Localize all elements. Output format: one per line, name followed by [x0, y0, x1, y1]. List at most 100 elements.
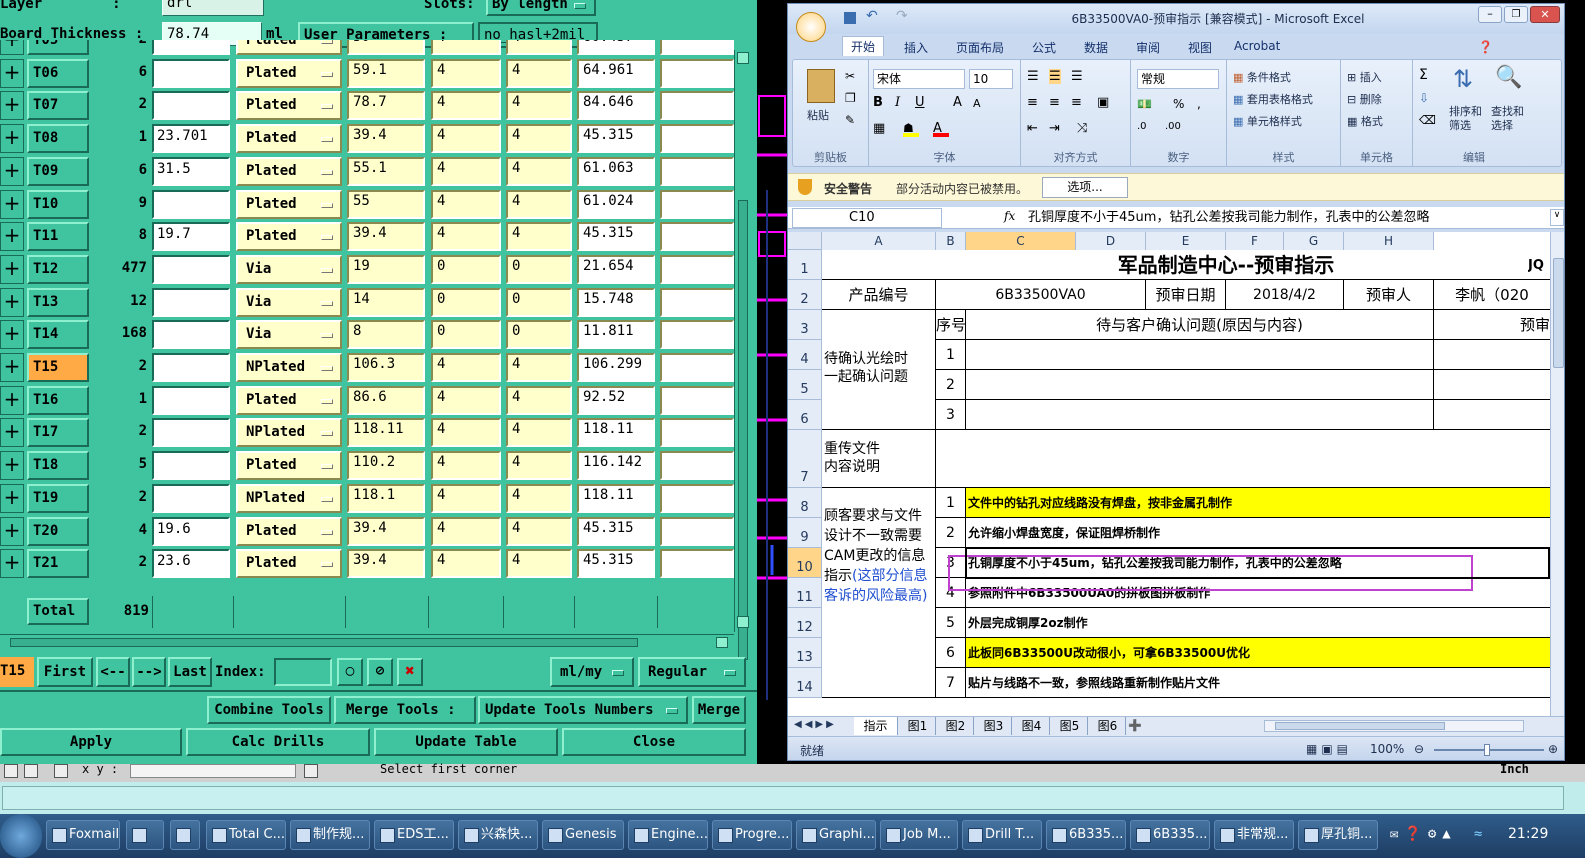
- final-size-input[interactable]: 21.654: [577, 254, 655, 284]
- shrink-font-icon[interactable]: A: [973, 97, 981, 110]
- column-header[interactable]: E: [1146, 232, 1226, 250]
- drill-size-input[interactable]: 55.1: [347, 156, 425, 186]
- review-header[interactable]: 预审: [1434, 310, 1550, 340]
- tool-row[interactable]: + T11 8 19.7 Plated 39.4 4 4 45.315: [0, 220, 734, 253]
- align-top-icon[interactable]: ☰: [1027, 69, 1039, 84]
- sheet-tab[interactable]: 图1: [900, 717, 936, 735]
- expand-icon[interactable]: +: [0, 58, 24, 88]
- slots-dropdown[interactable]: By length: [486, 0, 596, 16]
- extra-input[interactable]: [660, 451, 734, 481]
- drill-size-input[interactable]: 50: [347, 40, 425, 55]
- apply-button[interactable]: Apply: [0, 728, 182, 756]
- outdent-icon[interactable]: ⇥: [1049, 121, 1060, 136]
- row-header[interactable]: 9: [788, 518, 822, 548]
- tool-row[interactable]: + T09 6 31.5 Plated 55.1 4 4 61.063: [0, 155, 734, 188]
- delete-icon[interactable]: ✖: [397, 658, 423, 686]
- tool-type-dropdown[interactable]: Plated: [236, 451, 342, 481]
- row-header[interactable]: 5: [788, 370, 822, 400]
- plus-tol-input[interactable]: 4: [431, 222, 501, 252]
- taskbar-item[interactable]: [170, 820, 200, 850]
- expand-icon[interactable]: +: [0, 451, 24, 481]
- tray-icons[interactable]: ✉❓⚙▲: [1390, 826, 1457, 842]
- ribbon-tab[interactable]: 视图: [1188, 39, 1212, 56]
- drill-size-input[interactable]: 110.2: [347, 451, 425, 481]
- align-center-icon[interactable]: ≡: [1049, 95, 1060, 110]
- sheet-tab[interactable]: 图4: [1014, 717, 1050, 735]
- final-size-input[interactable]: 61.063: [577, 156, 655, 186]
- plus-tol-input[interactable]: 4: [431, 483, 501, 513]
- merge-cells-icon[interactable]: ▣: [1097, 95, 1109, 110]
- finish-size-input[interactable]: 23.6: [152, 549, 230, 579]
- drill-size-input[interactable]: 118.1: [347, 483, 425, 513]
- tool-name[interactable]: T16: [27, 385, 89, 415]
- expand-icon[interactable]: +: [0, 222, 24, 252]
- comma-icon[interactable]: ,: [1197, 97, 1201, 111]
- new-sheet-icon[interactable]: ➕: [1128, 719, 1142, 732]
- row-header[interactable]: 14: [788, 668, 822, 698]
- clock[interactable]: 21:29: [1508, 826, 1548, 842]
- item-number[interactable]: 2: [936, 518, 966, 548]
- expand-icon[interactable]: +: [0, 418, 24, 448]
- format-cells-button[interactable]: ▦ 格式: [1347, 113, 1383, 129]
- cell-style-button[interactable]: ▦ 单元格样式: [1233, 113, 1302, 129]
- cam-command-input[interactable]: [2, 786, 1564, 810]
- orientation-icon[interactable]: ⤨: [1077, 121, 1087, 136]
- expand-icon[interactable]: +: [0, 320, 24, 350]
- font-size-select[interactable]: 10: [969, 69, 1013, 89]
- minus-tol-input[interactable]: 4: [506, 353, 572, 382]
- status-icon-4[interactable]: [304, 764, 318, 778]
- item-text[interactable]: 参照附件中6B33500UA0的拼板图拼板制作: [966, 578, 1550, 608]
- expand-icon[interactable]: +: [0, 156, 24, 186]
- taskbar-item[interactable]: Progre...: [712, 820, 792, 850]
- clear-format-icon[interactable]: ⌫: [1419, 113, 1436, 127]
- tool-type-dropdown[interactable]: Plated: [236, 189, 342, 219]
- reviewer-value[interactable]: 李帆（020: [1434, 280, 1550, 310]
- seq-cell[interactable]: 3: [936, 400, 966, 430]
- tool-row[interactable]: + T07 2 Plated 78.7 4 4 84.646: [0, 89, 734, 122]
- final-size-input[interactable]: 45.315: [577, 124, 655, 154]
- tool-name[interactable]: T05: [27, 40, 89, 55]
- tool-type-dropdown[interactable]: Via: [236, 320, 342, 350]
- office-button-icon[interactable]: [796, 12, 826, 42]
- minus-tol-input[interactable]: 4: [506, 40, 572, 55]
- extra-input[interactable]: [660, 549, 734, 579]
- align-middle-icon[interactable]: ☰: [1049, 69, 1061, 84]
- column-header[interactable]: F: [1226, 232, 1284, 250]
- sheet-title[interactable]: 军品制造中心--预审指示: [822, 250, 1550, 280]
- taskbar-item[interactable]: Job M...: [880, 820, 958, 850]
- view-buttons-icon[interactable]: ▦▣▤: [1306, 742, 1352, 756]
- expand-icon[interactable]: +: [0, 254, 24, 284]
- layer-field[interactable]: drl: [162, 0, 264, 16]
- drill-size-input[interactable]: 39.4: [347, 124, 425, 154]
- finish-size-input[interactable]: [152, 58, 230, 88]
- tool-name[interactable]: T18: [27, 451, 89, 481]
- item-number[interactable]: 1: [936, 488, 966, 518]
- finish-size-input[interactable]: [152, 40, 230, 55]
- tool-name[interactable]: T08: [27, 124, 89, 154]
- finish-size-input[interactable]: [152, 189, 230, 219]
- tool-type-dropdown[interactable]: NPlated: [236, 353, 342, 382]
- taskbar-item[interactable]: 制作规...: [290, 820, 370, 850]
- tool-name[interactable]: T17: [27, 418, 89, 448]
- expand-icon[interactable]: +: [0, 549, 24, 579]
- font-name-select[interactable]: 宋体: [873, 69, 965, 89]
- merge-button[interactable]: Merge: [692, 696, 746, 724]
- product-number-label[interactable]: 产品编号: [822, 280, 936, 310]
- tool-row[interactable]: + T15 2 NPlated 106.3 4 4 106.299: [0, 351, 734, 384]
- item-text[interactable]: 外层完成铜厚2oz制作: [966, 608, 1550, 638]
- minus-tol-input[interactable]: 4: [506, 91, 572, 121]
- extra-input[interactable]: [660, 320, 734, 350]
- last-button[interactable]: Last: [168, 657, 212, 687]
- autosum-icon[interactable]: Σ: [1419, 67, 1428, 83]
- zoom-out-icon[interactable]: ⊖: [1414, 742, 1424, 756]
- extra-input[interactable]: [660, 124, 734, 154]
- scroll-thumb[interactable]: [738, 200, 748, 660]
- italic-icon[interactable]: I: [895, 95, 900, 110]
- finish-size-input[interactable]: [152, 287, 230, 317]
- format-painter-icon[interactable]: ✎: [845, 113, 855, 127]
- sheet-scroll-thumb[interactable]: [1553, 258, 1564, 368]
- calc-drills-button[interactable]: Calc Drills: [186, 728, 370, 756]
- finish-size-input[interactable]: [152, 418, 230, 448]
- finish-size-input[interactable]: [152, 385, 230, 415]
- formula-input[interactable]: 孔铜厚度不小于45um，钻孔公差按我司能力制作，孔表中的公差忽略: [1028, 208, 1548, 228]
